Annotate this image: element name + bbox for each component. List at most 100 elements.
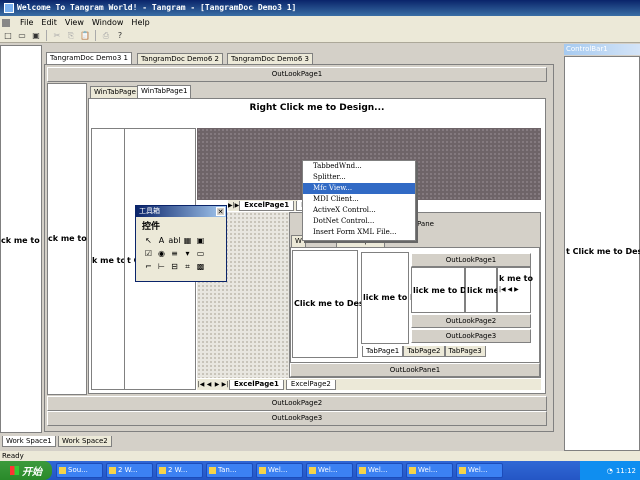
inner-click-view[interactable]: Click me to Desi xyxy=(292,250,366,358)
menu-item-activex[interactable]: ActiveX Control... xyxy=(303,205,415,216)
menu-item-tabbedwnd[interactable]: TabbedWnd... xyxy=(303,161,415,172)
outlook-page3-button[interactable]: OutLookPage3 xyxy=(47,411,547,426)
pointer-icon[interactable]: ↖ xyxy=(143,235,154,246)
taskbar-item-1[interactable]: Sou... xyxy=(56,463,103,478)
vscroll-icon[interactable]: ⊢ xyxy=(156,261,167,272)
tray-icon[interactable]: ◔ xyxy=(607,467,613,475)
outlook-pane1-button[interactable]: OutLookPane1 xyxy=(290,363,540,377)
picture-icon[interactable]: ▩ xyxy=(195,261,206,272)
dropdown-icon[interactable]: ▾ xyxy=(182,248,193,259)
column-text: k me to xyxy=(92,256,126,265)
inner-outlook-page2[interactable]: OutLookPage2 xyxy=(411,314,531,328)
outlook-page1-button[interactable]: OutLookPage1 xyxy=(47,67,547,82)
inner-click-text-3: lick me to D xyxy=(413,286,467,295)
nav-last-icon[interactable]: ▶| xyxy=(228,202,235,209)
outlook-page2-button[interactable]: OutLookPage2 xyxy=(47,396,547,411)
grid-icon[interactable]: ▦ xyxy=(182,235,193,246)
taskbar-item-9[interactable]: Wel... xyxy=(456,463,503,478)
taskbar-item-2[interactable]: 2 W... xyxy=(106,463,153,478)
outlook-left-view[interactable]: ck me to xyxy=(47,83,87,395)
left-pane-text: ck me to xyxy=(1,236,40,245)
inner-click-view-3[interactable]: lick me to D xyxy=(411,267,467,313)
taskbar-item-3[interactable]: 2 W... xyxy=(156,463,203,478)
inner-click-view-4[interactable]: lick me to D xyxy=(465,267,521,313)
start-button[interactable]: 开始 xyxy=(0,461,52,480)
excel-page1-tab[interactable]: ExcelPage1 xyxy=(229,379,284,390)
paste-icon[interactable]: 📋 xyxy=(79,30,91,41)
excel-top-tab-1[interactable]: ExcelPage1 xyxy=(239,200,295,211)
toolbar-separator xyxy=(46,30,47,41)
left-column-view[interactable]: k me to xyxy=(91,128,126,390)
inner-mini-nav[interactable]: |◀ ◀ ▶ xyxy=(499,286,519,293)
left-workspace-pane[interactable]: ck me to xyxy=(0,45,42,433)
nav-prev-icon[interactable]: ◀ xyxy=(205,381,213,388)
outlook-left-text: ck me to xyxy=(48,234,87,243)
menu-item-insert-form[interactable]: Insert Form XML File... xyxy=(303,227,415,238)
list-icon[interactable]: ≡ xyxy=(169,248,180,259)
inner-outlook-page1[interactable]: OutLookPage1 xyxy=(411,253,531,267)
menu-item-splitter[interactable]: Splitter... xyxy=(303,172,415,183)
inner-click-view-5[interactable]: k me to |◀ ◀ ▶ xyxy=(497,267,533,313)
menu-icon[interactable] xyxy=(2,18,12,27)
toolbox-section[interactable]: 控件 xyxy=(136,217,226,234)
text-icon[interactable]: A xyxy=(156,235,167,246)
menu-window[interactable]: Window xyxy=(92,18,124,27)
taskbar-item-6[interactable]: Wel... xyxy=(306,463,353,478)
taskbar-item-4[interactable]: Tan... xyxy=(206,463,253,478)
clock[interactable]: 11:12 xyxy=(616,467,636,475)
tabpage-2[interactable]: TabPage2 xyxy=(403,346,445,357)
print-icon[interactable]: ⎙ xyxy=(100,30,112,41)
help-icon[interactable]: ? xyxy=(114,30,126,41)
inner-tabpage-strip: TabPage1 TabPage2 TabPage3 xyxy=(362,346,486,357)
design-header[interactable]: Right Click me to Design... xyxy=(88,103,546,113)
label-icon[interactable]: abl xyxy=(168,235,180,246)
right-panel-title[interactable]: ControlBar1 xyxy=(564,44,640,55)
taskbar-item-8[interactable]: Wel... xyxy=(406,463,453,478)
nav-next-icon[interactable]: ▶ xyxy=(213,381,221,388)
open-folder-icon[interactable]: ▭ xyxy=(16,30,28,41)
taskbar-item-7[interactable]: Wel... xyxy=(356,463,403,478)
tabpage-3[interactable]: TabPage3 xyxy=(444,346,486,357)
nav-last-icon[interactable]: ▶| xyxy=(221,381,229,388)
wintab-page1[interactable]: WinTabPage1 xyxy=(137,85,192,98)
calendar-icon[interactable]: ⌗ xyxy=(182,262,193,273)
right-panel-text: t Click me to Design... xyxy=(566,247,640,256)
system-tray: ◔ 11:12 xyxy=(580,461,640,480)
menu-item-mfc-view[interactable]: Mfc View... xyxy=(303,183,415,194)
toolbox-window[interactable]: 工具箱 ✕ 控件 ↖ Aabl ▦ ▣ ☑ ◉ ≡ ▾ ▭ ⌐ ⊢ ⊟ ⌗ ▩ xyxy=(135,205,227,282)
new-file-icon[interactable]: □ xyxy=(2,30,14,41)
hscroll-icon[interactable]: ⌐ xyxy=(143,261,154,272)
inner-click-text: Click me to Desi xyxy=(294,299,367,308)
menu-file[interactable]: File xyxy=(20,18,33,27)
status-bar: Ready xyxy=(0,451,640,461)
nav-first-icon[interactable]: |◀ xyxy=(197,381,205,388)
excel-page2-tab[interactable]: ExcelPage2 xyxy=(285,379,336,390)
image-icon[interactable]: ▣ xyxy=(195,235,206,246)
menu-view[interactable]: View xyxy=(65,18,84,27)
toolbox-titlebar[interactable]: 工具箱 ✕ xyxy=(136,206,226,217)
menu-item-mdi-client[interactable]: MDI Client... xyxy=(303,194,415,205)
radio-icon[interactable]: ◉ xyxy=(156,248,167,259)
frame-icon[interactable]: ▭ xyxy=(195,248,206,259)
taskbar-item-5[interactable]: Wel... xyxy=(256,463,303,478)
status-text: Ready xyxy=(2,452,24,460)
save-icon[interactable]: ▣ xyxy=(30,30,42,41)
toolbar: □ ▭ ▣ ✂ ⎘ 📋 ⎙ ? xyxy=(0,29,640,43)
workspace-tab-2[interactable]: Work Space2 xyxy=(58,436,112,447)
tabpage-1[interactable]: TabPage1 xyxy=(362,346,404,357)
close-icon[interactable]: ✕ xyxy=(216,207,225,216)
wintab-page[interactable]: WinTabPage xyxy=(90,86,140,98)
workspace-tab-1[interactable]: Work Space1 xyxy=(2,436,56,447)
copy-icon[interactable]: ⎘ xyxy=(65,30,77,41)
inner-click-text-5: k me to xyxy=(499,274,533,283)
menu-item-dotnet[interactable]: DotNet Control... xyxy=(303,216,415,227)
menu-help[interactable]: Help xyxy=(131,18,149,27)
inner-click-view-2[interactable]: lick me to D xyxy=(361,252,417,344)
cut-icon[interactable]: ✂ xyxy=(51,30,63,41)
window-title-bar[interactable]: Welcome To Tangram World! - Tangram - [T… xyxy=(0,0,640,16)
combo-icon[interactable]: ⊟ xyxy=(169,261,180,272)
inner-outlook-page3[interactable]: OutLookPage3 xyxy=(411,329,531,343)
menu-edit[interactable]: Edit xyxy=(41,18,57,27)
checkbox-icon[interactable]: ☑ xyxy=(143,248,154,259)
right-panel-view[interactable]: t Click me to Design... xyxy=(564,56,640,451)
